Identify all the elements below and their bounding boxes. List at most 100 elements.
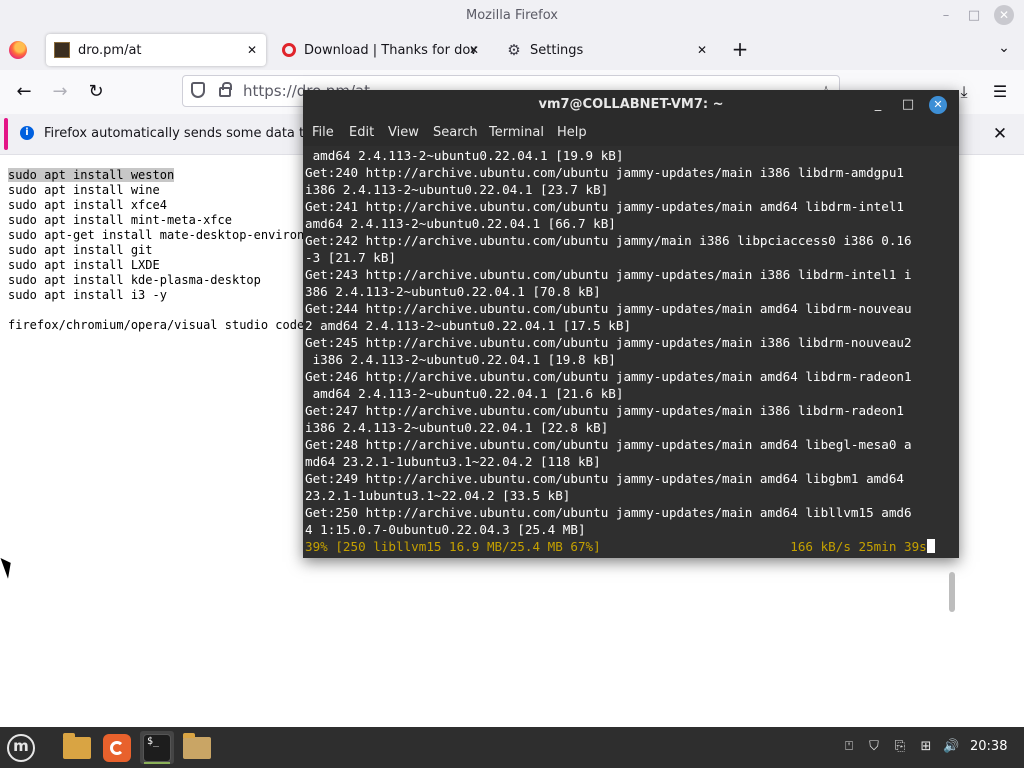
terminal-output: amd64 2.4.113-2~ubuntu0.22.04.1 [19.9 kB…: [305, 147, 935, 555]
terminal-titlebar[interactable]: vm7@COLLABNET-VM7: ~ _ □ ✕: [303, 90, 959, 120]
minimize-icon[interactable]: –: [936, 5, 956, 25]
terminal-line: 4 1:15.0.7-0ubuntu0.22.04.3 [25.4 MB]: [305, 522, 586, 537]
terminal-line: Get:243 http://archive.ubuntu.com/ubuntu…: [305, 267, 912, 282]
terminal-line: amd64 2.4.113-2~ubuntu0.22.04.1 [21.6 kB…: [305, 386, 624, 401]
menu-terminal[interactable]: Terminal: [489, 125, 544, 140]
terminal-line: Get:246 http://archive.ubuntu.com/ubuntu…: [305, 369, 912, 384]
shield-icon[interactable]: ⛉: [866, 739, 882, 755]
firefox-icon: [103, 734, 131, 762]
tab-title: Download | Thanks for dow: [304, 42, 476, 58]
terminal-line: Get:250 http://archive.ubuntu.com/ubuntu…: [305, 505, 912, 520]
page-line: sudo apt install i3 -y: [8, 288, 167, 302]
terminal-line: Get:248 http://archive.ubuntu.com/ubuntu…: [305, 437, 912, 452]
terminal-line: Get:249 http://archive.ubuntu.com/ubuntu…: [305, 471, 904, 486]
clipboard-icon[interactable]: ⎘: [892, 739, 908, 755]
info-icon: i: [20, 126, 34, 140]
lock-icon[interactable]: [219, 82, 232, 97]
firefox-launcher[interactable]: [100, 731, 134, 764]
page-line: sudo apt install wine: [8, 183, 160, 197]
apt-progress-status: 39% [250 libllvm15 16.9 MB/25.4 MB 67%] …: [305, 539, 927, 554]
page-line: sudo apt install git: [8, 243, 153, 257]
terminal-line: 2 amd64 2.4.113-2~ubuntu0.22.04.1 [17.5 …: [305, 318, 632, 333]
tracking-protection-icon[interactable]: [191, 82, 205, 98]
terminal-line: i386 2.4.113-2~ubuntu0.22.04.1 [23.7 kB]: [305, 182, 609, 197]
reload-button[interactable]: ↻: [84, 80, 108, 104]
terminal-line: 23.2.1-1ubuntu3.1~22.04.2 [33.5 kB]: [305, 488, 571, 503]
terminal-maximize-icon[interactable]: □: [899, 96, 917, 114]
tab-title: Settings: [530, 42, 584, 58]
terminal-line: Get:245 http://archive.ubuntu.com/ubuntu…: [305, 335, 912, 350]
terminal-launcher[interactable]: $_: [140, 731, 174, 764]
opera-favicon-icon: [282, 43, 296, 57]
folder-icon: [63, 733, 91, 759]
page-content: sudo apt install weston sudo apt install…: [8, 168, 333, 333]
terminal-line: md64 23.2.1-1ubuntu3.1~22.04.2 [118 kB]: [305, 454, 601, 469]
page-line: sudo apt install weston: [8, 168, 175, 182]
terminal-line: i386 2.4.113-2~ubuntu0.22.04.1 [22.8 kB]: [305, 420, 609, 435]
tab-close-icon[interactable]: ✕: [244, 42, 260, 58]
terminal-line: Get:241 http://archive.ubuntu.com/ubuntu…: [305, 199, 904, 214]
menu-edit[interactable]: Edit: [349, 125, 374, 140]
page-line: sudo apt install kde-plasma-desktop: [8, 273, 261, 287]
maximize-icon[interactable]: □: [964, 5, 984, 25]
page-line: sudo apt install xfce4: [8, 198, 167, 212]
terminal-line: Get:242 http://archive.ubuntu.com/ubuntu…: [305, 233, 912, 248]
terminal-close-icon[interactable]: ✕: [929, 96, 947, 114]
terminal-line: -3 [21.7 kB]: [305, 250, 396, 265]
terminal-icon: $_: [143, 734, 171, 762]
menu-icon[interactable]: ☰: [990, 82, 1010, 102]
back-button[interactable]: ←: [12, 80, 36, 104]
mint-menu-button[interactable]: [4, 731, 38, 764]
terminal-window[interactable]: vm7@COLLABNET-VM7: ~ _ □ ✕ File Edit Vie…: [303, 90, 959, 612]
terminal-line: amd64 2.4.113-2~ubuntu0.22.04.1 [19.9 kB…: [305, 148, 624, 163]
tab-download[interactable]: Download | Thanks for dow ✕: [274, 34, 488, 66]
clock[interactable]: 20:38: [970, 739, 1007, 754]
menu-search[interactable]: Search: [433, 125, 478, 140]
window-titlebar: Mozilla Firefox – □ ✕: [0, 0, 1024, 30]
tab-dro-pm[interactable]: dro.pm/at ✕: [46, 34, 266, 66]
terminal-line: amd64 2.4.113-2~ubuntu0.22.04.1 [66.7 kB…: [305, 216, 616, 231]
gear-icon: ⚙: [507, 41, 521, 59]
network-icon[interactable]: ⊞: [918, 739, 934, 755]
notification-close-icon[interactable]: ✕: [990, 124, 1010, 144]
file-manager-launcher[interactable]: [180, 731, 214, 764]
update-icon[interactable]: ⍞: [841, 739, 857, 755]
page-line: sudo apt install LXDE: [8, 258, 160, 272]
terminal-minimize-icon[interactable]: _: [869, 96, 887, 114]
terminal-title: vm7@COLLABNET-VM7: ~: [538, 97, 724, 112]
terminal-scrollbar[interactable]: [949, 572, 955, 612]
menu-help[interactable]: Help: [557, 125, 587, 140]
terminal-line: Get:240 http://archive.ubuntu.com/ubuntu…: [305, 165, 904, 180]
terminal-line: Get:244 http://archive.ubuntu.com/ubuntu…: [305, 301, 912, 316]
mint-logo-icon: [7, 734, 35, 762]
page-line: sudo apt install mint-meta-xfce: [8, 213, 232, 227]
new-tab-button[interactable]: +: [728, 38, 752, 62]
page-line: firefox/chromium/opera/visual studio cod…: [8, 318, 305, 332]
terminal-line: i386 2.4.113-2~ubuntu0.22.04.1 [19.8 kB]: [305, 352, 616, 367]
forward-button[interactable]: →: [48, 80, 72, 104]
close-icon[interactable]: ✕: [994, 5, 1014, 25]
tab-settings[interactable]: ⚙ Settings ✕: [498, 34, 716, 66]
tab-close-icon[interactable]: ✕: [694, 42, 710, 58]
tab-title: dro.pm/at: [78, 42, 142, 58]
terminal-output-area[interactable]: amd64 2.4.113-2~ubuntu0.22.04.1 [19.9 kB…: [303, 146, 959, 612]
menu-view[interactable]: View: [388, 125, 419, 140]
page-line: sudo apt-get install mate-desktop-enviro…: [8, 228, 334, 242]
files-launcher[interactable]: [60, 731, 94, 764]
site-favicon-icon: [54, 42, 70, 58]
tab-strip: dro.pm/at ✕ Download | Thanks for dow ✕ …: [0, 30, 1024, 70]
mouse-pointer-icon: [0, 555, 16, 579]
terminal-cursor: [926, 539, 935, 553]
terminal-menubar: File Edit View Search Terminal Help: [303, 120, 959, 146]
firefox-logo-icon: [9, 41, 27, 59]
folder-icon: [183, 733, 211, 759]
terminal-line: 386 2.4.113-2~ubuntu0.22.04.1 [70.8 kB]: [305, 284, 601, 299]
terminal-line: Get:247 http://archive.ubuntu.com/ubuntu…: [305, 403, 904, 418]
tab-close-icon[interactable]: ✕: [466, 42, 482, 58]
menu-file[interactable]: File: [312, 125, 334, 140]
taskbar: $_ ⍞ ⛉ ⎘ ⊞ 🔊 20:38: [0, 727, 1024, 768]
window-title: Mozilla Firefox: [466, 7, 558, 23]
list-all-tabs-button[interactable]: ⌄: [992, 40, 1016, 60]
volume-icon[interactable]: 🔊: [943, 739, 959, 755]
notification-accent: [4, 118, 8, 150]
